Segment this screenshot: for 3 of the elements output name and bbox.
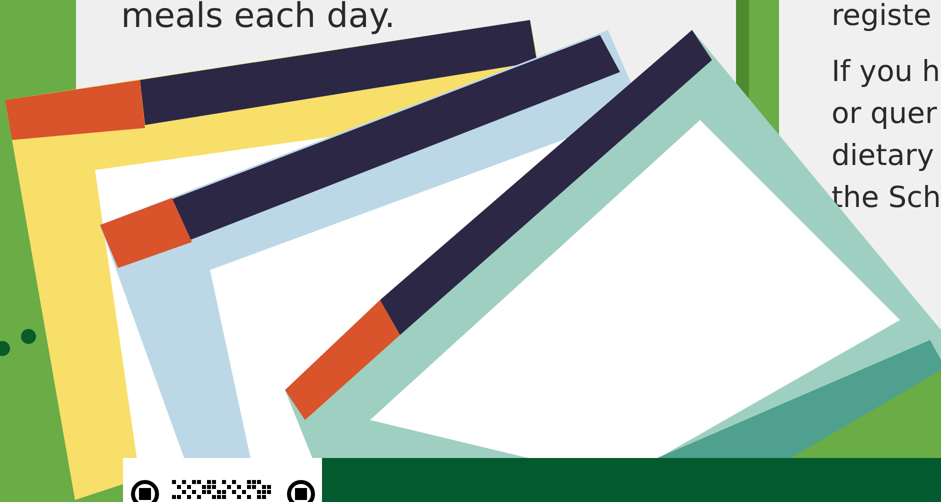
side-paragraph: registe bbox=[831, 0, 932, 34]
side-paragraph: If you h or quer dietary the Sch bbox=[831, 53, 941, 216]
intro-text: meals each day. bbox=[120, 0, 396, 36]
